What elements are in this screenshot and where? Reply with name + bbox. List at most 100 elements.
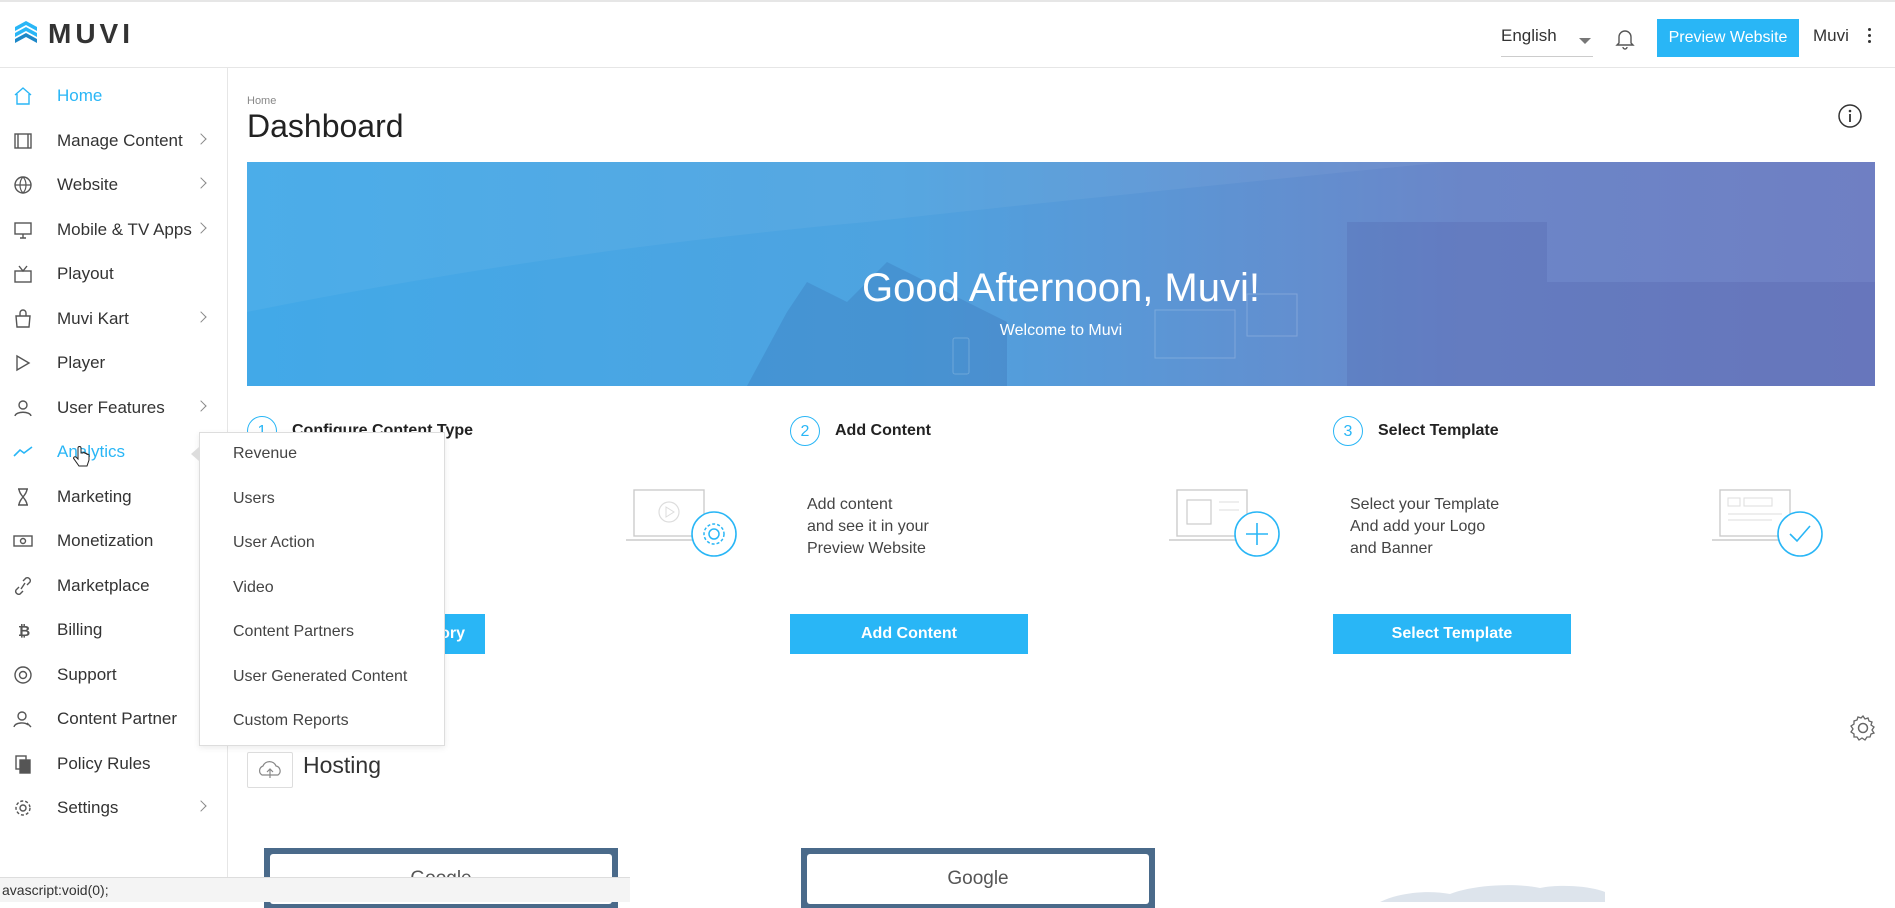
- sidebar-item-label: Marketplace: [57, 576, 150, 595]
- muvi-logo-icon: [15, 21, 37, 43]
- sidebar-item-label: Monetization: [57, 531, 154, 550]
- hosting-icon-box: [247, 752, 293, 788]
- step-number: 2: [790, 416, 820, 446]
- bell-icon[interactable]: [1615, 28, 1635, 55]
- sidebar-item-label: Billing: [57, 620, 103, 639]
- home-icon: [12, 86, 34, 106]
- sidebar-item-label: Home: [57, 86, 103, 105]
- step-title: Add Content: [835, 422, 931, 439]
- bitcoin-icon: ₿: [12, 620, 34, 640]
- sidebar-item-label: Playout: [57, 264, 114, 283]
- step-title: Select Template: [1378, 422, 1499, 439]
- sidebar-item-playout[interactable]: Playout: [0, 254, 228, 294]
- chevron-right-icon: [195, 133, 207, 145]
- select-template-icon: [1712, 486, 1824, 567]
- trend-line-icon: [12, 442, 34, 462]
- menu-item-users[interactable]: Users: [233, 490, 275, 508]
- user-name[interactable]: Muvi: [1813, 26, 1849, 46]
- monitor-icon: [12, 220, 34, 240]
- sidebar-item-manage-content[interactable]: Manage Content: [0, 121, 228, 161]
- page-title: Dashboard: [247, 108, 404, 144]
- sidebar: Home Manage Content Website Mobile & TV …: [0, 68, 228, 902]
- cash-icon: [12, 531, 34, 551]
- banner-greeting: Good Afternoon, Muvi!: [861, 266, 1260, 310]
- kebab-menu-icon[interactable]: [1868, 28, 1872, 46]
- chevron-right-icon: [195, 177, 207, 189]
- tv-antenna-icon: [12, 264, 34, 284]
- sidebar-item-website[interactable]: Website: [0, 165, 228, 205]
- sidebar-item-label: Manage Content: [57, 131, 183, 150]
- link-icon: [12, 576, 34, 596]
- add-content-button[interactable]: Add Content: [790, 614, 1028, 654]
- analytics-submenu: Revenue Users User Action Video Content …: [191, 432, 445, 746]
- hosting-map-card[interactable]: Google: [801, 848, 1155, 908]
- sidebar-item-marketplace[interactable]: Marketplace: [0, 566, 228, 606]
- sidebar-item-label: User Features: [57, 398, 165, 417]
- sidebar-item-label: Website: [57, 175, 119, 194]
- globe-icon: [12, 175, 34, 195]
- chevron-right-icon: [195, 222, 207, 234]
- menu-item-custom-reports[interactable]: Custom Reports: [233, 712, 349, 730]
- sidebar-item-label: Marketing: [57, 487, 132, 506]
- brand-name: MUVI: [48, 18, 134, 49]
- gear-icon[interactable]: [1849, 714, 1877, 747]
- user-icon: [12, 398, 34, 418]
- banner-subtitle: Welcome to Muvi: [999, 322, 1123, 339]
- sidebar-item-billing[interactable]: ₿ Billing: [0, 610, 228, 650]
- chevron-right-icon: [195, 400, 207, 412]
- sidebar-item-marketing[interactable]: Marketing: [0, 477, 228, 517]
- sidebar-item-content-partner[interactable]: Content Partner: [0, 699, 228, 739]
- gear-icon: [12, 798, 34, 818]
- language-value: English: [1501, 26, 1557, 45]
- hand-cursor-icon: [72, 446, 92, 475]
- top-bar: MUVI English Preview Website Muvi: [0, 0, 1895, 68]
- sidebar-item-label: Support: [57, 665, 117, 684]
- chevron-right-icon: [195, 311, 207, 323]
- language-select[interactable]: English: [1501, 26, 1593, 57]
- cloud-upload-icon: [259, 761, 281, 778]
- chevron-down-icon: [1579, 38, 1591, 44]
- video-config-icon: [626, 486, 738, 567]
- map-provider-label: Google: [947, 868, 1009, 889]
- menu-item-revenue[interactable]: Revenue: [233, 445, 297, 463]
- muvi-logo[interactable]: MUVI: [12, 18, 134, 50]
- preview-website-button[interactable]: Preview Website: [1657, 19, 1799, 57]
- hosting-title: Hosting: [303, 752, 381, 778]
- sidebar-item-settings[interactable]: Settings: [0, 788, 228, 828]
- menu-item-user-action[interactable]: User Action: [233, 534, 315, 552]
- add-content-icon: [1169, 486, 1281, 567]
- sidebar-item-label: Policy Rules: [57, 754, 151, 773]
- sidebar-item-label: Content Partner: [57, 709, 178, 728]
- sidebar-item-label: Muvi Kart: [57, 309, 129, 328]
- menu-item-video[interactable]: Video: [233, 579, 274, 597]
- sidebar-item-label: Mobile & TV Apps: [57, 220, 192, 239]
- step-description: Select your Template And add your Logo a…: [1350, 496, 1500, 557]
- sidebar-item-label: Player: [57, 353, 106, 372]
- user-handshake-icon: [12, 709, 34, 729]
- shopping-bag-icon: [12, 309, 34, 329]
- documents-icon: [12, 754, 34, 774]
- svg-text:₿: ₿: [18, 622, 30, 640]
- menu-item-user-generated-content[interactable]: User Generated Content: [233, 668, 407, 686]
- select-template-button[interactable]: Select Template: [1333, 614, 1571, 654]
- sidebar-item-player[interactable]: Player: [0, 343, 228, 383]
- sidebar-item-home[interactable]: Home: [0, 76, 228, 116]
- sidebar-item-user-features[interactable]: User Features: [0, 388, 228, 428]
- sidebar-item-monetization[interactable]: Monetization: [0, 521, 228, 561]
- menu-item-content-partners[interactable]: Content Partners: [233, 623, 354, 641]
- step-description: Add content and see it in your Preview W…: [807, 496, 929, 557]
- sidebar-item-muvi-kart[interactable]: Muvi Kart: [0, 299, 228, 339]
- sidebar-item-support[interactable]: Support: [0, 655, 228, 695]
- info-icon[interactable]: [1837, 103, 1863, 134]
- lifebuoy-icon: [12, 665, 34, 685]
- welcome-banner: Good Afternoon, Muvi! Welcome to Muvi: [247, 162, 1875, 386]
- breadcrumb[interactable]: Home: [247, 95, 276, 107]
- chevron-right-icon: [195, 800, 207, 812]
- sidebar-item-policy-rules[interactable]: Policy Rules: [0, 744, 228, 784]
- hourglass-icon: [12, 487, 34, 507]
- film-icon: [12, 131, 34, 151]
- step-number: 3: [1333, 416, 1363, 446]
- sidebar-item-mobile-tv-apps[interactable]: Mobile & TV Apps: [0, 210, 228, 250]
- browser-status-bar: avascript:void(0);: [0, 877, 630, 902]
- play-icon: [12, 353, 34, 373]
